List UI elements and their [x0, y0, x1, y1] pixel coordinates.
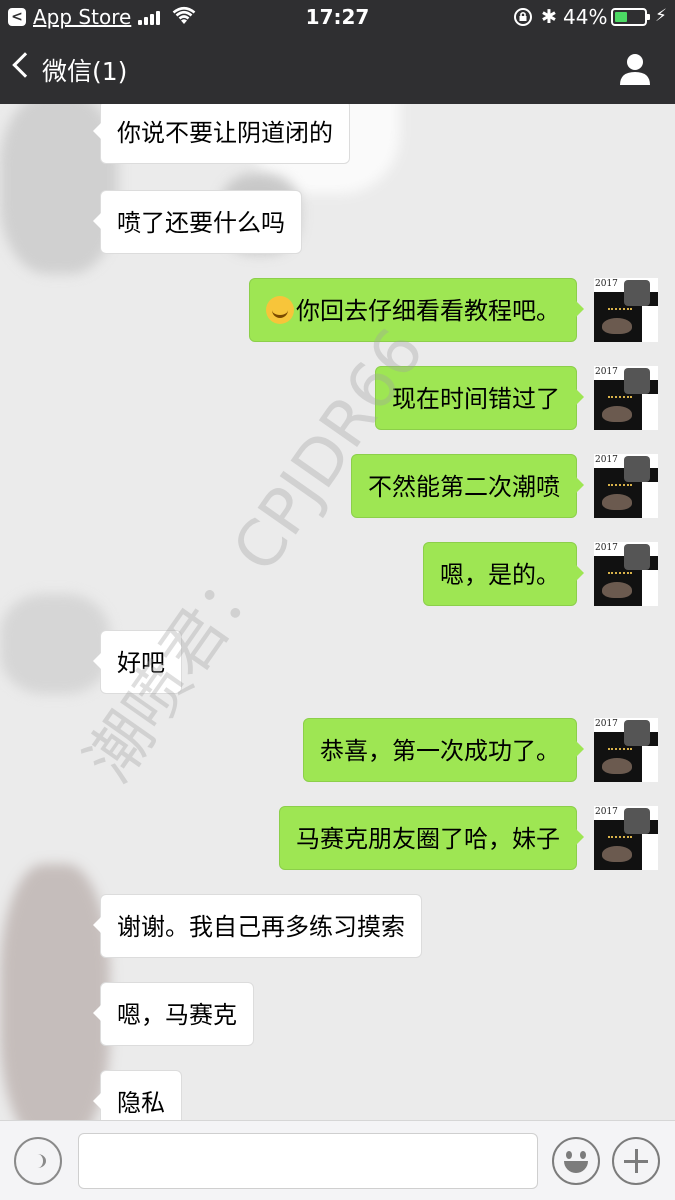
my-avatar[interactable]: 2017: [594, 454, 658, 518]
chat-info-user-icon[interactable]: [618, 52, 652, 86]
message-text: 嗯，马赛克: [117, 1001, 237, 1029]
orientation-lock-icon: [514, 8, 532, 26]
plus-icon[interactable]: [612, 1137, 660, 1185]
message-text: 马赛克朋友圈了哈，妹子: [296, 825, 560, 853]
message-outgoing[interactable]: 不然能第二次潮喷: [351, 454, 584, 518]
message-text: 嗯，是的。: [440, 561, 560, 589]
battery-icon: [611, 8, 650, 26]
message-text: 你回去仔细看看教程吧。: [296, 297, 560, 325]
back-button-label: 微信(1): [42, 57, 128, 86]
chat-area[interactable]: 你说不要让阴道闭的 喷了还要什么吗 你回去仔细看看教程吧。 2017 现在时间错…: [0, 104, 675, 1120]
message-incoming[interactable]: 嗯，马赛克: [93, 982, 254, 1046]
message-input[interactable]: [78, 1133, 538, 1189]
message-outgoing[interactable]: 嗯，是的。: [423, 542, 584, 606]
emoji-icon[interactable]: [552, 1137, 600, 1185]
chevron-left-icon: [12, 52, 38, 78]
message-text: 恭喜，第一次成功了。: [320, 737, 560, 765]
message-incoming[interactable]: 喷了还要什么吗: [93, 190, 302, 254]
avatar-year-text: 2017: [595, 279, 618, 289]
bluetooth-icon: ✱: [541, 6, 557, 28]
avatar-year-text: 2017: [595, 367, 618, 377]
back-button[interactable]: 微信(1): [12, 52, 132, 88]
my-avatar[interactable]: 2017: [594, 278, 658, 342]
status-bar: < App Store 17:27 ✱ 44% ⚡: [0, 0, 675, 36]
message-outgoing[interactable]: 恭喜，第一次成功了。: [303, 718, 584, 782]
avatar-year-text: 2017: [595, 543, 618, 553]
message-incoming[interactable]: 谢谢。我自己再多练习摸索: [93, 894, 422, 958]
input-toolbar: [0, 1120, 675, 1200]
contact-avatar-blurred: [0, 594, 110, 694]
avatar-year-text: 2017: [595, 719, 618, 729]
message-text: 隐私: [117, 1089, 165, 1117]
message-text: 谢谢。我自己再多练习摸索: [117, 913, 405, 941]
my-avatar[interactable]: 2017: [594, 718, 658, 782]
message-incoming[interactable]: 你说不要让阴道闭的: [93, 104, 350, 164]
voice-input-icon[interactable]: [14, 1137, 62, 1185]
charging-icon: ⚡: [655, 6, 667, 26]
message-outgoing[interactable]: 你回去仔细看看教程吧。: [249, 278, 584, 342]
message-incoming[interactable]: 隐私: [93, 1070, 182, 1120]
crying-laughing-emoji-icon: [266, 296, 294, 324]
header-bar: < App Store 17:27 ✱ 44% ⚡ 微信(1): [0, 0, 675, 104]
message-outgoing[interactable]: 马赛克朋友圈了哈，妹子: [279, 806, 584, 870]
message-text: 喷了还要什么吗: [117, 209, 285, 237]
avatar-year-text: 2017: [595, 807, 618, 817]
contact-avatar-blurred: [0, 864, 110, 1120]
message-text: 你说不要让阴道闭的: [117, 119, 333, 147]
my-avatar[interactable]: 2017: [594, 366, 658, 430]
avatar-year-text: 2017: [595, 455, 618, 465]
my-avatar[interactable]: 2017: [594, 542, 658, 606]
my-avatar[interactable]: 2017: [594, 806, 658, 870]
battery-percent: 44%: [563, 5, 608, 29]
message-text: 不然能第二次潮喷: [368, 473, 560, 501]
